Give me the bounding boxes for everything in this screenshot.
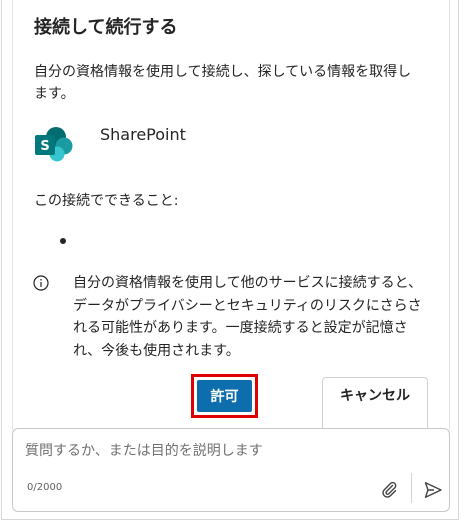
dialog-description: 自分の資格情報を使用して接続し、探している情報を取得します。	[34, 64, 412, 102]
sharepoint-logo: S	[35, 127, 73, 162]
composer-divider	[411, 473, 412, 503]
allow-button-label: 許可	[197, 380, 252, 412]
attach-icon[interactable]	[380, 480, 398, 498]
svg-text:S: S	[40, 139, 49, 154]
send-icon[interactable]	[423, 480, 443, 500]
privacy-warning: 自分の資格情報を使用して他のサービスに接続すると、データがプライバシーとセキュリ…	[73, 275, 423, 359]
capability-list-item	[60, 238, 66, 244]
chat-composer: 0/2000	[12, 428, 450, 512]
info-icon	[33, 275, 49, 291]
app-name: SharePoint	[100, 125, 186, 144]
capabilities-label: この接続でできること:	[34, 193, 179, 209]
chat-input[interactable]	[25, 443, 365, 459]
dialog-title: 接続して続行する	[34, 17, 178, 38]
allow-button[interactable]: 許可	[191, 374, 258, 418]
character-counter: 0/2000	[27, 482, 63, 493]
